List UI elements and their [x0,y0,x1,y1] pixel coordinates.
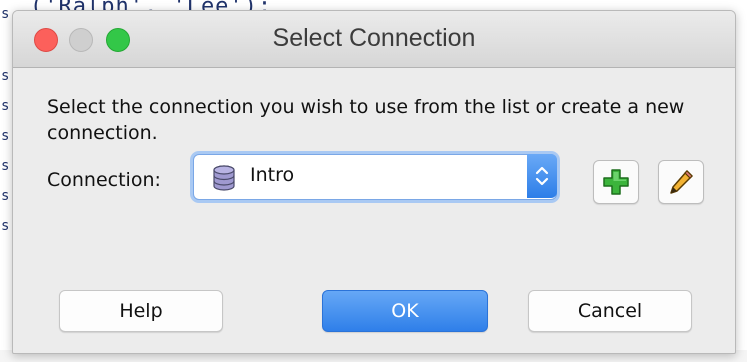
gutter-char: s [1,158,10,174]
add-connection-button[interactable] [593,160,639,204]
dialog-description: Select the connection you wish to use fr… [47,96,685,144]
background-gutter: s s s s s s s [0,0,10,362]
gutter-char: s [1,218,10,234]
connection-select[interactable]: Intro [193,154,557,200]
select-stepper-icon[interactable] [527,154,557,198]
gutter-char: s [1,68,10,84]
gutter-char: s [1,128,10,144]
gutter-char: s [1,188,10,204]
database-icon [212,165,236,191]
connection-select-value: Intro [250,164,295,186]
title-bar: Select Connection [13,11,735,68]
cancel-button[interactable]: Cancel [528,290,692,332]
connection-label: Connection: [47,169,161,191]
gutter-char: s [1,6,10,22]
select-connection-dialog: Select Connection Select the connection … [12,10,736,354]
dialog-title: Select Connection [272,24,476,52]
gutter-char: s [1,98,10,114]
ok-button[interactable]: OK [322,290,488,332]
help-button[interactable]: Help [59,290,223,332]
edit-connection-button[interactable] [658,160,704,204]
